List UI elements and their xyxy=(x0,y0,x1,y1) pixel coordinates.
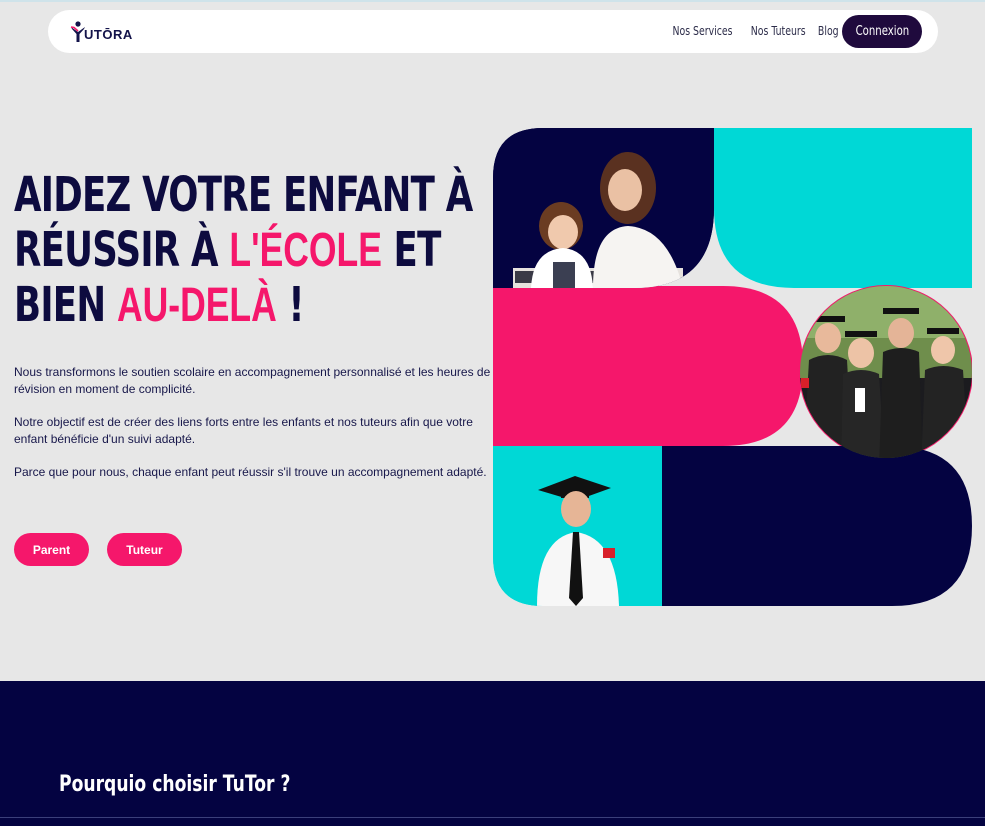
hero-line-2-suffix: ET xyxy=(381,222,442,278)
mother-daughter-photo xyxy=(493,128,714,288)
hero-highlight-au-dela: AU-DELÀ xyxy=(116,279,277,332)
collage-top-right-block xyxy=(714,128,972,288)
why-section xyxy=(0,681,985,826)
hero-line-3-prefix: BIEN xyxy=(14,277,117,333)
nav-links: Nos Services Nos Tuteurs Blog Connexion xyxy=(668,14,922,48)
graduates-group-photo xyxy=(800,286,972,458)
hero-paragraph: Notre objectif est de créer des liens fo… xyxy=(14,415,473,446)
top-border xyxy=(0,0,985,2)
hero-description: Nous transformons le soutien scolaire en… xyxy=(14,364,494,497)
nav-link-tuteurs[interactable]: Nos Tuteurs xyxy=(751,24,806,38)
hero-collage xyxy=(493,128,972,606)
hero-title: AIDEZ VOTRE ENFANT À RÉUSSIR À L'ÉCOLE E… xyxy=(14,168,504,333)
hero-highlight-ecole: L'ÉCOLE xyxy=(229,224,382,277)
hero-line-3-suffix: ! xyxy=(276,277,304,333)
hero-line-3: BIEN AU-DELÀ ! xyxy=(14,278,377,333)
parent-button[interactable]: Parent xyxy=(14,533,89,566)
hero-line-1: AIDEZ VOTRE ENFANT À xyxy=(14,168,473,223)
collage-bottom-right-block xyxy=(662,446,972,606)
logo[interactable]: UTŌRA xyxy=(70,19,133,43)
section-divider xyxy=(0,817,985,818)
hero-paragraph: Nous transformons le soutien scolaire en… xyxy=(14,365,491,396)
tuteur-button[interactable]: Tuteur xyxy=(107,533,182,566)
why-section-title: Pourquio choisir TuTor ? xyxy=(59,772,291,797)
nav-link-services[interactable]: Nos Services xyxy=(673,24,733,38)
nav-link-blog[interactable]: Blog xyxy=(818,24,839,38)
hero-line-2: RÉUSSIR À L'ÉCOLE ET xyxy=(14,222,441,278)
logo-text: UTŌRA xyxy=(84,27,133,42)
hero-line-1-text: AIDEZ VOTRE ENFANT À xyxy=(14,167,473,223)
navbar: UTŌRA Nos Services Nos Tuteurs Blog Conn… xyxy=(48,10,938,53)
graduate-man-photo xyxy=(493,446,662,606)
collage-pink-block xyxy=(493,286,803,446)
connexion-label: Connexion xyxy=(855,23,909,39)
connexion-button[interactable]: Connexion xyxy=(842,14,922,48)
hero-paragraph: Parce que pour nous, chaque enfant peut … xyxy=(14,465,487,479)
hero-line-2-prefix: RÉUSSIR À xyxy=(14,222,230,278)
